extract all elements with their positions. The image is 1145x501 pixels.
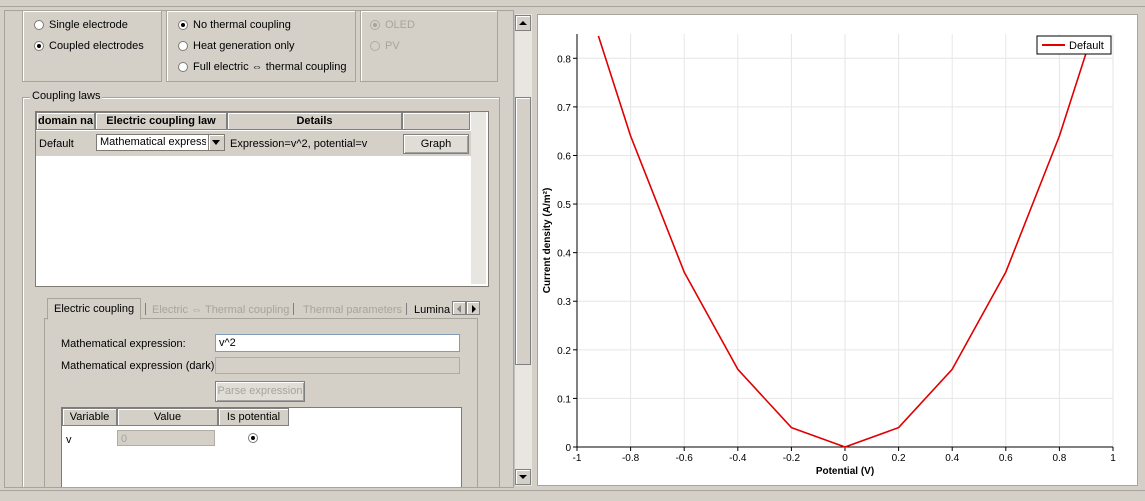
variable-value-input[interactable]: 0 (117, 430, 215, 446)
tab-scroll-right-icon[interactable] (466, 301, 480, 315)
header-details[interactable]: Details (227, 112, 402, 130)
chart: -1 -0.8 -0.6 -0.4 -0.2 0 0.2 0.4 0.6 0.8 1 0 0.1 0.2 0… (537, 14, 1138, 486)
tab-separator-2 (293, 303, 294, 315)
oled-radio[interactable]: OLED (370, 19, 415, 31)
parse-expression-button[interactable]: Parse expression (215, 381, 305, 402)
no-thermal-coupling-radio-dot[interactable] (178, 20, 188, 30)
math-expression-input[interactable]: v^2 (215, 334, 460, 352)
math-expression-label: Mathematical expression: (61, 338, 186, 350)
tab-separator-1 (145, 303, 146, 315)
law-dropdown-value: Mathematical expressic (100, 136, 206, 148)
oled-radio-dot[interactable] (370, 20, 380, 30)
status-bar (0, 490, 1145, 501)
x-axis-label: Potential (V) (816, 466, 874, 477)
y-tick-label: 0.7 (557, 103, 571, 114)
coupled-electrodes-radio-dot[interactable] (34, 41, 44, 51)
no-thermal-coupling-radio[interactable]: No thermal coupling (178, 19, 291, 31)
single-electrode-radio-dot[interactable] (34, 20, 44, 30)
header-electric-coupling-law[interactable]: Electric coupling law (95, 112, 227, 130)
y-tick-label: 0.8 (557, 54, 571, 65)
pv-radio[interactable]: PV (370, 40, 400, 52)
scroll-down-icon[interactable] (515, 469, 531, 485)
x-tick-label: -0.6 (676, 453, 694, 464)
tab-electric-coupling[interactable]: Electric coupling (47, 298, 141, 320)
tab-luminance[interactable]: Lumina (408, 300, 454, 320)
header-graph[interactable] (402, 112, 470, 130)
heat-generation-radio[interactable]: Heat generation only (178, 40, 295, 52)
y-tick-label: 0.2 (557, 346, 571, 357)
oled-label: OLED (385, 19, 415, 31)
y-tick-label: 0.5 (557, 200, 571, 211)
x-tick-label: -1 (573, 453, 582, 464)
heat-generation-radio-dot[interactable] (178, 41, 188, 51)
coupling-laws-label: Coupling laws (30, 90, 102, 102)
scroll-up-icon[interactable] (515, 15, 531, 31)
table-vscroll[interactable] (471, 112, 486, 284)
x-tick-label: 0.4 (945, 453, 959, 464)
is-potential-radio[interactable] (248, 433, 258, 443)
x-tick-label: 1 (1110, 453, 1116, 464)
scroll-thumb[interactable] (515, 97, 531, 365)
tab-scroll-left-icon[interactable] (452, 301, 466, 315)
single-electrode-radio[interactable]: Single electrode (34, 19, 128, 31)
chevron-down-icon[interactable] (208, 135, 224, 150)
x-tick-label: -0.4 (729, 453, 747, 464)
header-value[interactable]: Value (117, 408, 218, 426)
y-axis-label: Current density (A/m²) (542, 188, 553, 294)
header-domain[interactable]: domain na (36, 112, 95, 130)
full-thermal-coupling-radio-dot[interactable] (178, 62, 188, 72)
full-thermal-coupling-label: Full electric ⇔ thermal coupling (193, 61, 346, 73)
header-variable[interactable]: Variable (62, 408, 117, 426)
y-tick-label: 0.6 (557, 151, 571, 162)
top-tab-strip (0, 0, 1145, 7)
tab-separator-3 (406, 303, 407, 315)
heat-generation-label: Heat generation only (193, 40, 295, 52)
pv-label: PV (385, 40, 400, 52)
x-tick-label: 0.2 (892, 453, 906, 464)
y-tick-label: 0.4 (557, 249, 571, 260)
tab-thermal-parameters[interactable]: Thermal parameters (297, 300, 408, 320)
full-thermal-coupling-radio[interactable]: Full electric ⇔ thermal coupling (178, 61, 346, 73)
x-tick-label: 0 (842, 453, 848, 464)
x-tick-label: -0.2 (783, 453, 801, 464)
header-is-potential[interactable]: Is potential (218, 408, 289, 426)
dark-expression-label: Mathematical expression (dark): (61, 360, 218, 372)
x-tick-label: 0.6 (999, 453, 1013, 464)
pv-radio-dot[interactable] (370, 41, 380, 51)
y-tick-label: 0 (565, 443, 571, 454)
legend-label: Default (1069, 40, 1104, 52)
row-domain: Default (39, 138, 74, 150)
no-thermal-coupling-label: No thermal coupling (193, 19, 291, 31)
variable-name: v (66, 434, 72, 446)
x-tick-label: -0.8 (622, 453, 640, 464)
y-tick-label: 0.1 (557, 394, 571, 405)
x-tick-label: 0.8 (1052, 453, 1066, 464)
tab-electric-thermal[interactable]: Electric ⇔ Thermal coupling (146, 300, 295, 320)
dark-expression-input[interactable] (215, 357, 460, 374)
coupled-electrodes-radio[interactable]: Coupled electrodes (34, 40, 144, 52)
coupled-electrodes-label: Coupled electrodes (49, 40, 144, 52)
y-tick-label: 0.3 (557, 297, 571, 308)
single-electrode-label: Single electrode (49, 19, 128, 31)
graph-button[interactable]: Graph (403, 134, 469, 154)
law-dropdown[interactable]: Mathematical expressic (96, 134, 225, 151)
row-details: Expression=v^2, potential=v (230, 138, 367, 150)
